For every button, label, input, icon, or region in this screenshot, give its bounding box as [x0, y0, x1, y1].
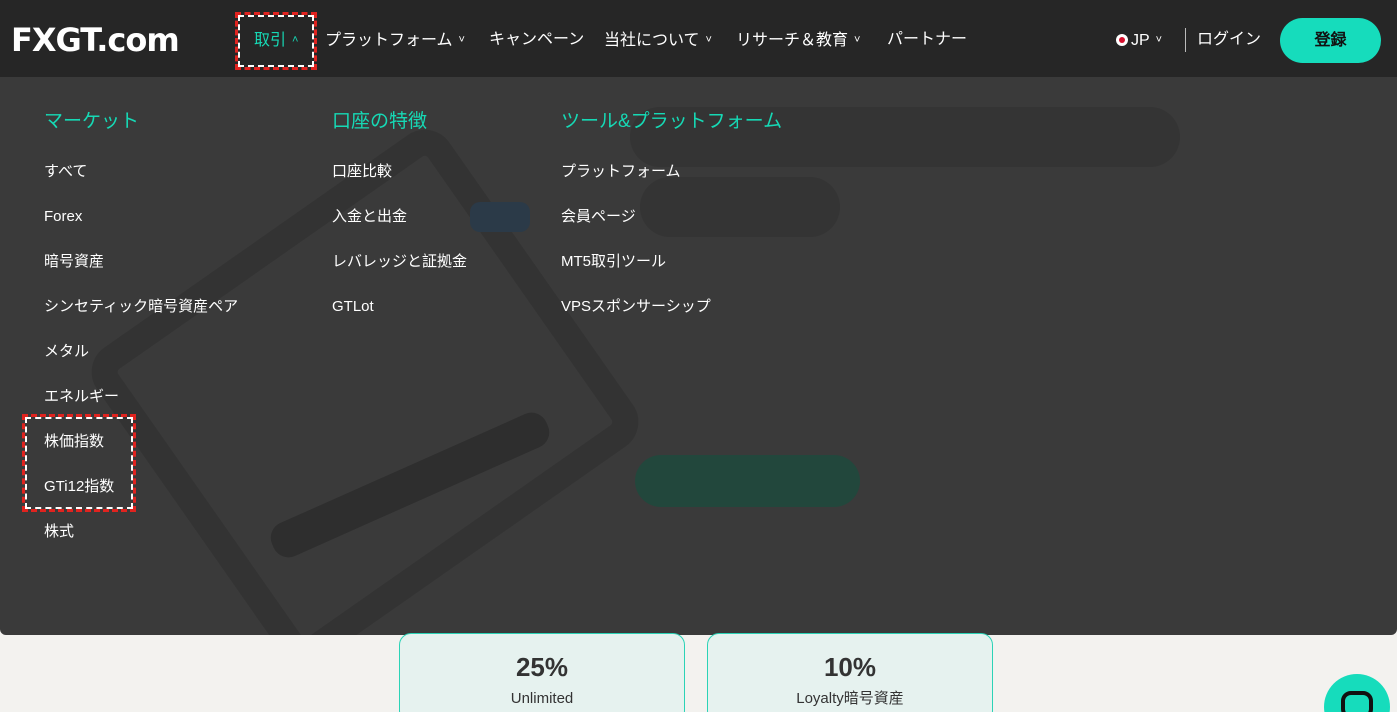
- menu-link-forex[interactable]: Forex: [44, 207, 82, 227]
- japan-flag-icon: [1116, 34, 1128, 46]
- login-link[interactable]: ログイン: [1197, 28, 1261, 52]
- language-label: JP: [1131, 32, 1150, 49]
- chevron-down-icon: ˅: [1155, 34, 1163, 46]
- nav-research-label: リサーチ＆教育: [736, 32, 849, 49]
- tools-platforms-heading: ツール&プラットフォーム: [561, 111, 783, 132]
- nav-about-label: 当社について: [604, 32, 700, 49]
- background-blur-graphic: [470, 202, 530, 232]
- chat-icon: [1341, 691, 1373, 712]
- menu-link-gti12-index[interactable]: GTi12指数: [44, 477, 114, 497]
- site-header: FXGT.com 取引 ˄ プラットフォーム ˅ キャンペーン 当社について ˅ リサ…: [0, 0, 1397, 77]
- nav-platform[interactable]: プラットフォーム ˅: [325, 28, 465, 52]
- nav-campaign-label: キャンペーン: [489, 31, 585, 48]
- background-button-graphic: [635, 455, 860, 507]
- markets-heading: マーケット: [44, 111, 140, 132]
- menu-link-energy[interactable]: エネルギー: [44, 387, 119, 407]
- trade-mega-menu: マーケット すべて Forex 暗号資産 シンセティック暗号資産ペア メタル エ…: [0, 77, 1397, 635]
- nav-partner-label: パートナー: [887, 31, 968, 48]
- nav-campaign[interactable]: キャンペーン: [489, 28, 584, 52]
- menu-link-account-comparison[interactable]: 口座比較: [332, 162, 392, 182]
- logo-com: .com: [96, 21, 179, 59]
- signup-button[interactable]: 登録: [1280, 18, 1381, 63]
- promo-card-label: Unlimited: [510, 690, 574, 707]
- language-selector[interactable]: JP ˅: [1131, 28, 1162, 52]
- background-blur-graphic: [640, 177, 840, 237]
- logo-gt: GT: [55, 21, 98, 59]
- header-divider: [1185, 28, 1186, 52]
- chevron-down-icon: ˅: [854, 34, 861, 46]
- promo-card-unlimited[interactable]: 25% Unlimited: [399, 633, 685, 712]
- chat-button[interactable]: [1324, 674, 1390, 712]
- nav-research[interactable]: リサーチ＆教育 ˅: [736, 28, 860, 52]
- menu-link-gtlot[interactable]: GTLot: [332, 297, 374, 317]
- menu-link-vps-sponsorship[interactable]: VPSスポンサーシップ: [561, 297, 711, 317]
- promo-card-value: 25%: [515, 652, 569, 682]
- promo-card-label: Loyalty暗号資産: [796, 690, 904, 707]
- menu-link-deposit-withdrawal[interactable]: 入金と出金: [332, 207, 407, 227]
- nav-platform-label: プラットフォーム: [325, 32, 453, 49]
- chevron-down-icon: ˅: [705, 34, 712, 46]
- menu-link-synthetic-crypto-pairs[interactable]: シンセティック暗号資産ペア: [44, 297, 238, 317]
- fxgt-logo[interactable]: FXGT.com: [11, 20, 180, 60]
- menu-link-metals[interactable]: メタル: [44, 342, 89, 362]
- menu-link-all[interactable]: すべて: [44, 162, 87, 182]
- background-phone-graphic: [79, 118, 651, 635]
- promo-card-value: 10%: [823, 652, 877, 682]
- menu-link-stocks[interactable]: 株式: [44, 522, 74, 542]
- nav-trade[interactable]: 取引 ˄: [254, 28, 298, 52]
- menu-link-leverage-margin[interactable]: レバレッジと証拠金: [332, 252, 467, 272]
- menu-link-stock-indices[interactable]: 株価指数: [44, 432, 104, 452]
- login-label: ログイン: [1197, 31, 1262, 48]
- logo-fx: FX: [11, 21, 57, 59]
- menu-link-mt5-trading-tools[interactable]: MT5取引ツール: [561, 252, 666, 272]
- chevron-up-icon: ˄: [292, 34, 299, 46]
- account-features-heading: 口座の特徴: [332, 111, 428, 132]
- promo-card-loyalty[interactable]: 10% Loyalty暗号資産: [707, 633, 993, 712]
- menu-link-crypto[interactable]: 暗号資産: [44, 252, 104, 272]
- nav-about[interactable]: 当社について ˅: [604, 28, 712, 52]
- highlight-box-indices: [22, 414, 136, 512]
- nav-trade-label: 取引: [254, 32, 287, 49]
- chevron-down-icon: ˅: [458, 34, 465, 46]
- menu-link-member-page[interactable]: 会員ページ: [561, 207, 636, 227]
- nav-partner[interactable]: パートナー: [887, 28, 967, 52]
- menu-link-platforms[interactable]: プラットフォーム: [561, 162, 681, 182]
